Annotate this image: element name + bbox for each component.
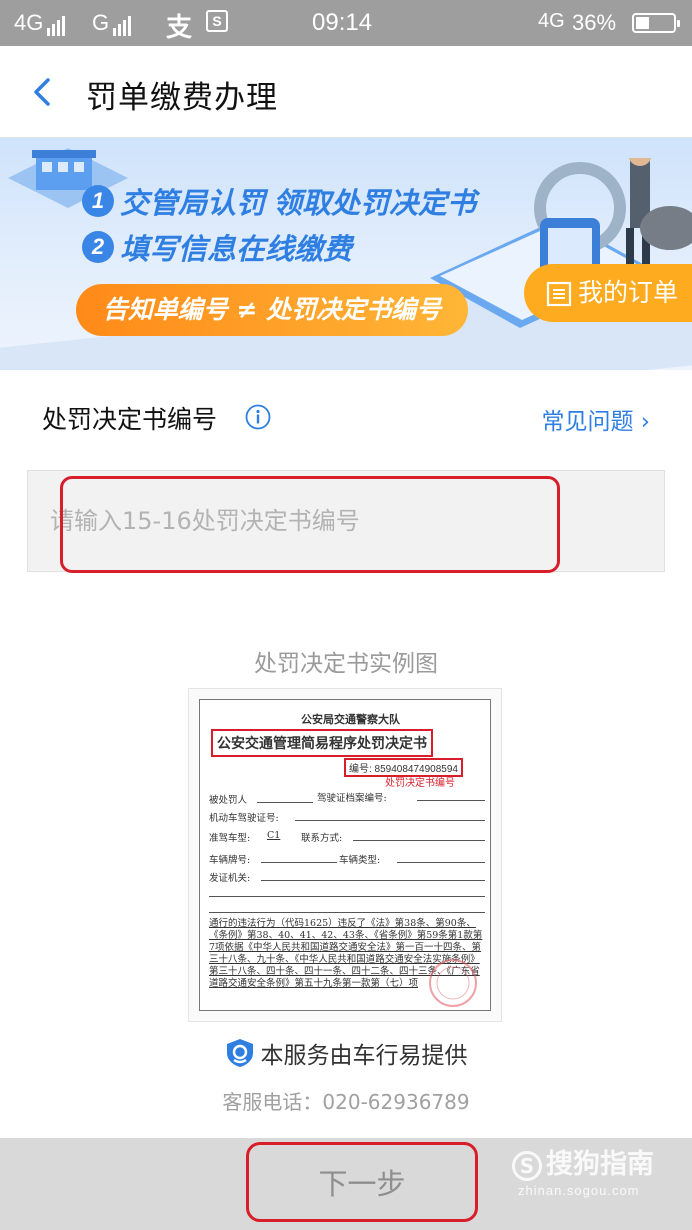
chexingyi-logo-icon bbox=[226, 1039, 253, 1067]
network-type-label: 4G bbox=[14, 10, 44, 35]
watermark-brand-text: 搜狗指南 bbox=[546, 1149, 654, 1180]
doc-row: 车辆类型: bbox=[339, 855, 381, 866]
doc-row: 车辆牌号: bbox=[209, 855, 251, 866]
customer-service-hotline: 客服电话：020-62936789 bbox=[222, 1090, 470, 1114]
nav-bar: 罚单缴费办理 bbox=[0, 46, 692, 138]
watermark-url: zhinan.sogou.com bbox=[518, 1183, 640, 1198]
page-title: 罚单缴费办理 bbox=[86, 80, 278, 116]
signal-indicator-mid: G bbox=[92, 10, 133, 36]
provider-info: 本服务由车行易提供 bbox=[0, 1036, 692, 1070]
faq-link[interactable]: 常见问题 › bbox=[541, 402, 650, 436]
info-icon[interactable] bbox=[245, 404, 271, 430]
back-arrow-icon[interactable] bbox=[28, 76, 60, 108]
step-text: 交管局认罚 领取处罚决定书 bbox=[120, 188, 477, 220]
decision-number-input[interactable] bbox=[28, 471, 664, 571]
battery-level bbox=[636, 17, 649, 29]
doc-field-line bbox=[417, 800, 485, 801]
doc-row: 联系方式: bbox=[301, 833, 343, 844]
doc-agency: 公安局交通警察大队 bbox=[301, 713, 400, 726]
notice-pill: 告知单编号 ≠ 处罚决定书编号 bbox=[76, 284, 468, 336]
doc-row: 发证机关: bbox=[209, 873, 251, 884]
clock: 09:14 bbox=[312, 9, 373, 36]
banner-step-2: 2 填写信息在线缴费 bbox=[82, 226, 352, 268]
watermark-brand: S 搜狗指南 bbox=[512, 1142, 654, 1181]
status-bar: 4G G 支 S 09:14 4G 36% bbox=[0, 0, 692, 46]
red-seal-stamp-icon bbox=[429, 959, 477, 1007]
doc-number-note: 处罚决定书编号 bbox=[385, 778, 455, 789]
sogou-watermark: S 搜狗指南 zhinan.sogou.com bbox=[512, 1142, 654, 1198]
doc-row: 准驾车型: bbox=[209, 833, 251, 844]
provider-text: 本服务由车行易提供 bbox=[260, 1043, 468, 1069]
doc-field-line bbox=[295, 820, 485, 821]
signal-indicator-left: 4G bbox=[14, 10, 67, 36]
step-number-badge: 1 bbox=[82, 185, 114, 217]
notification-app-icon: S bbox=[206, 10, 228, 32]
network-type-label: G bbox=[92, 10, 110, 35]
sogou-logo-icon: S bbox=[512, 1150, 542, 1181]
doc-field-line bbox=[261, 880, 485, 881]
banner-step-1: 1 交管局认罚 领取处罚决定书 bbox=[82, 180, 476, 222]
signal-bars-icon bbox=[113, 10, 133, 36]
battery-percent: 36% bbox=[572, 10, 617, 35]
signal-bars-icon bbox=[47, 10, 67, 36]
example-document-image: 公安局交通警察大队 公安交通管理简易程序处罚决定书 编号: 8594084749… bbox=[188, 688, 502, 1022]
field-label: 处罚决定书编号 bbox=[42, 405, 218, 434]
doc-row: 驾驶证档案编号: bbox=[317, 793, 387, 804]
doc-row: 机动车驾驶证号: bbox=[209, 813, 279, 824]
doc-field-line bbox=[257, 802, 313, 803]
doc-field-line bbox=[353, 840, 485, 841]
doc-row: 被处罚人 bbox=[209, 795, 248, 806]
my-orders-button[interactable]: 我的订单 bbox=[524, 264, 692, 322]
decision-number-field bbox=[27, 470, 665, 572]
battery-icon bbox=[632, 13, 680, 33]
doc-heading: 公安交通管理简易程序处罚决定书 bbox=[211, 729, 433, 757]
doc-field-line bbox=[209, 912, 485, 913]
order-list-icon bbox=[546, 281, 572, 307]
step-text: 填写信息在线缴费 bbox=[120, 234, 353, 266]
doc-field-line bbox=[261, 862, 337, 863]
doc-field-line bbox=[209, 896, 485, 897]
doc-field-line bbox=[397, 862, 485, 863]
my-orders-label: 我的订单 bbox=[578, 278, 679, 307]
example-title: 处罚决定书实例图 bbox=[254, 651, 438, 677]
network-type-right: 4G bbox=[538, 10, 565, 32]
next-step-button[interactable]: 下一步 bbox=[248, 1142, 476, 1226]
alipay-notification-icon: 支 bbox=[166, 12, 193, 42]
doc-row: C1 bbox=[267, 830, 281, 841]
step-number-badge: 2 bbox=[82, 231, 114, 263]
promo-banner: 1 交管局认罚 领取处罚决定书 2 填写信息在线缴费 告知单编号 ≠ 处罚决定书编号… bbox=[0, 138, 692, 370]
